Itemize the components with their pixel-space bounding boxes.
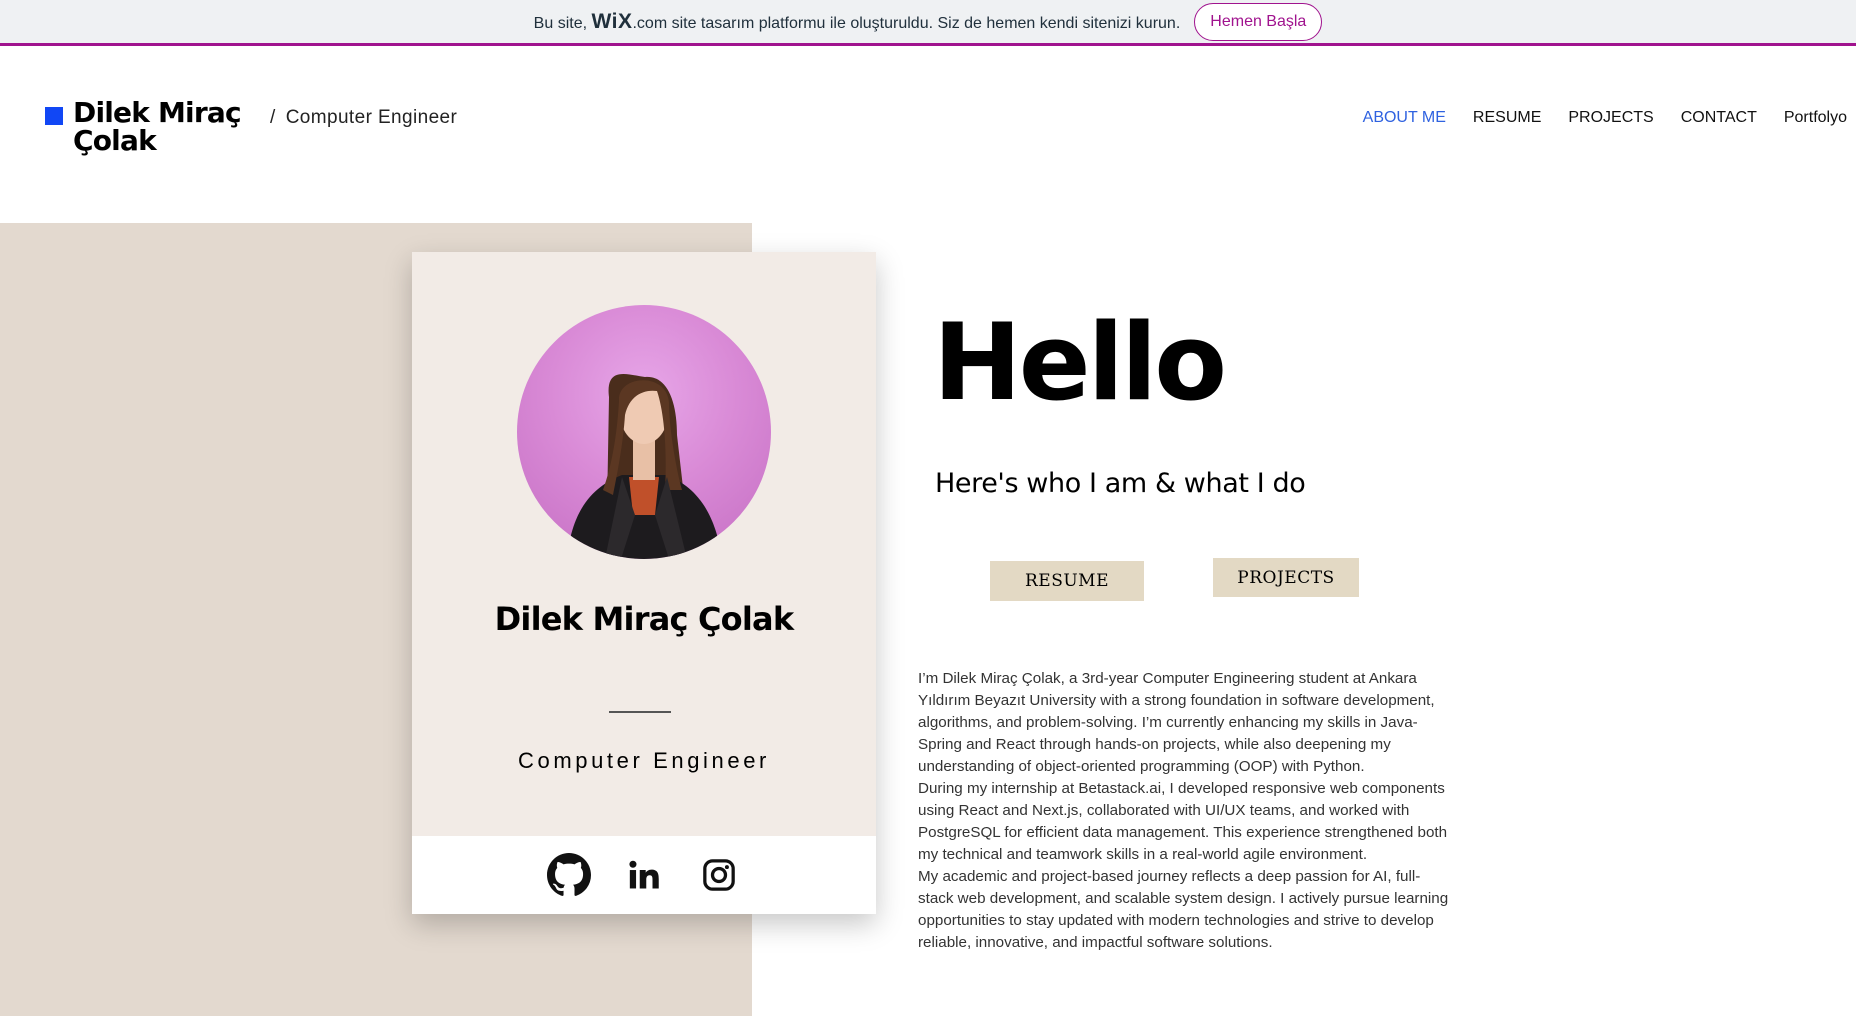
- tagline-slash: /: [270, 107, 276, 128]
- nav-item-resume[interactable]: RESUME: [1473, 109, 1541, 127]
- about-paragraph: During my internship at Betastack.ai, I …: [918, 780, 1448, 863]
- wix-banner-text-after: .com site tasarım platformu ile oluşturu…: [632, 14, 1181, 32]
- card-name: Dilek Miraç Çolak: [494, 600, 794, 638]
- nav-item-contact[interactable]: CONTACT: [1681, 109, 1757, 127]
- linkedin-icon: [629, 860, 659, 889]
- github-icon: [547, 853, 591, 896]
- nav-item-projects[interactable]: PROJECTS: [1568, 109, 1653, 127]
- resume-button[interactable]: RESUME: [990, 561, 1144, 601]
- tagline-text: Computer Engineer: [285, 107, 458, 128]
- nav-item-portfolyo[interactable]: Portfolyo: [1784, 109, 1847, 127]
- profile-card: Dilek Miraç Çolak Computer Engineer: [412, 252, 876, 914]
- wix-logo: WiX: [591, 9, 633, 33]
- avatar: [517, 305, 771, 559]
- nav-item-about-me[interactable]: ABOUT ME: [1363, 109, 1446, 127]
- linkedin-link[interactable]: [622, 853, 667, 898]
- about-paragraph: My academic and project-based journey re…: [918, 868, 1449, 951]
- instagram-icon: [703, 859, 735, 891]
- avatar-photo-icon: [567, 373, 722, 559]
- main-nav: ABOUT ME RESUME PROJECTS CONTACT Portfol…: [1363, 109, 1847, 127]
- projects-button[interactable]: PROJECTS: [1213, 558, 1359, 597]
- site-header: Dilek Miraç Çolak / Computer Engineer ABO…: [0, 49, 1856, 189]
- logo-square-icon: [45, 107, 63, 125]
- wix-banner-text: Bu site, WiX.com site tasarım platformu …: [534, 10, 1181, 34]
- site-tagline: / Computer Engineer: [270, 107, 457, 129]
- github-link[interactable]: [547, 853, 592, 898]
- card-title: Computer Engineer: [518, 748, 770, 773]
- wix-start-button[interactable]: Hemen Başla: [1194, 2, 1323, 41]
- social-bar: [412, 836, 876, 914]
- card-divider: [609, 711, 671, 713]
- about-text: I’m Dilek Miraç Çolak, a 3rd-year Comput…: [918, 668, 1454, 954]
- site-name-link[interactable]: Dilek Miraç Çolak: [73, 99, 263, 155]
- instagram-link[interactable]: [697, 853, 742, 898]
- wix-banner-text-before: Bu site,: [533, 14, 588, 32]
- about-paragraph: I’m Dilek Miraç Çolak, a 3rd-year Comput…: [918, 670, 1435, 775]
- wix-promo-banner: Bu site, WiX.com site tasarım platformu …: [0, 0, 1856, 46]
- intro-subheading: Here's who I am & what I do: [935, 468, 1306, 499]
- hello-heading: Hello: [933, 301, 1227, 424]
